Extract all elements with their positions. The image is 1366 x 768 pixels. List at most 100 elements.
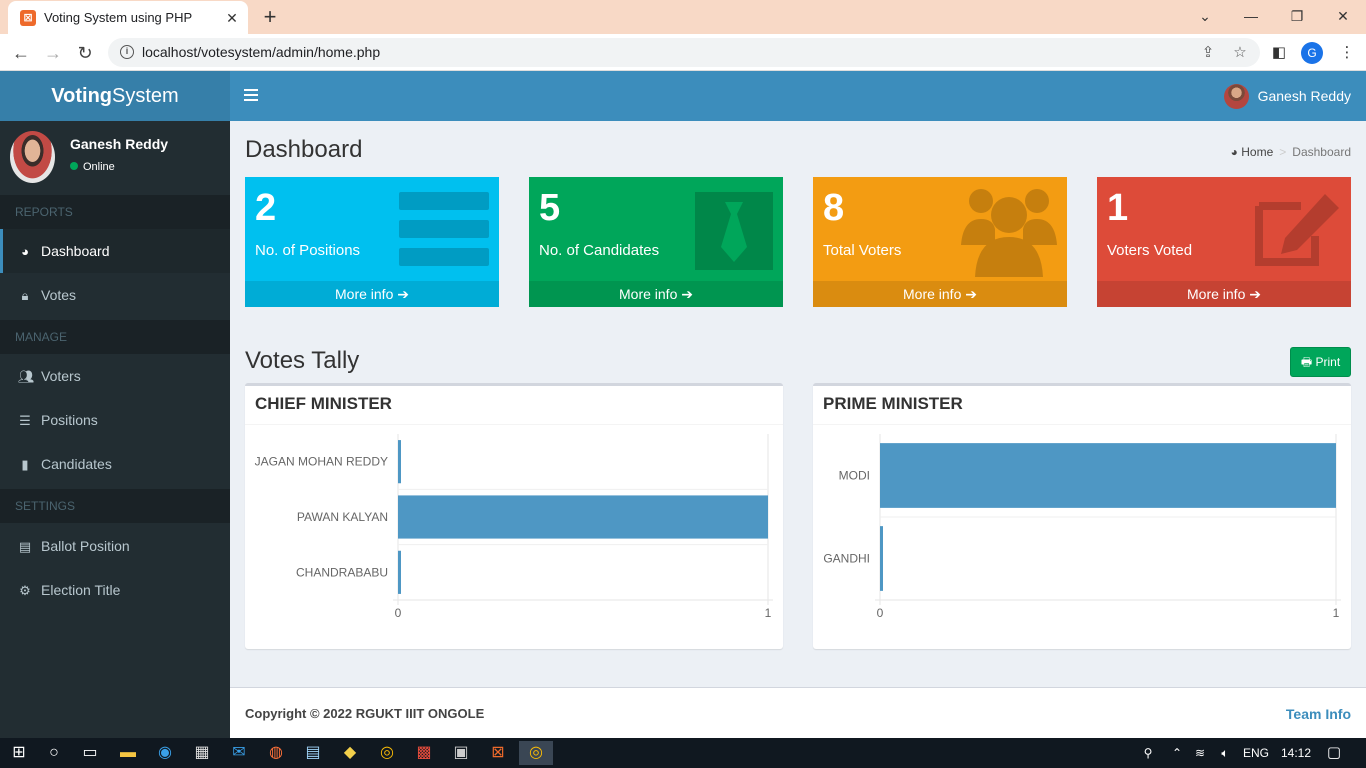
tick-label: 1 <box>765 606 772 620</box>
sidebar-item-votes[interactable]: 🔒︎ Votes <box>0 273 230 317</box>
minimize-button[interactable]: — <box>1236 4 1266 28</box>
arrow-circle-right-icon: ➔ <box>681 286 693 302</box>
candidates-count: 5 <box>539 187 561 229</box>
file-explorer-icon[interactable]: ▬ <box>115 741 141 765</box>
chief-minister-chart: JAGAN MOHAN REDDY PAWAN KALYAN CHANDRABABU… <box>255 434 773 620</box>
sidebar-item-label: Candidates <box>41 456 112 472</box>
page-title: Dashboard <box>245 136 363 163</box>
windows-start-icon[interactable]: ⊞ <box>6 741 32 765</box>
notifications-icon[interactable]: ▢ <box>1320 738 1348 768</box>
terminal-icon[interactable]: ▣ <box>448 741 474 765</box>
voters-more-info-link[interactable]: More info ➔ <box>813 281 1067 307</box>
clock[interactable]: 14:12 <box>1276 738 1316 768</box>
apps-icon[interactable]: ▩ <box>411 741 437 765</box>
mail-icon[interactable]: ✉ <box>226 741 252 765</box>
chart-title: PRIME MINISTER <box>823 394 963 413</box>
chevron-up-icon[interactable]: ⌃ <box>1168 738 1186 768</box>
close-window-button[interactable]: ✕ <box>1328 4 1358 28</box>
tasks-icon: ☰ <box>19 413 31 428</box>
new-tab-button[interactable]: + <box>258 5 282 29</box>
language-indicator[interactable]: ENG <box>1240 738 1272 768</box>
volume-icon[interactable]: 🔈︎ <box>1214 738 1236 768</box>
app-logo[interactable]: VotingSystem <box>0 71 230 121</box>
more-info-label: More info <box>619 286 678 302</box>
notepad-icon[interactable]: ▤ <box>300 741 326 765</box>
xampp-icon: ⊠ <box>20 10 36 26</box>
user-menu[interactable]: Ganesh Reddy <box>1223 84 1351 109</box>
task-view-icon[interactable]: ▭ <box>77 741 103 765</box>
sidebar: Ganesh Reddy Online REPORTS ◕ Dashboard 🔒… <box>0 121 230 738</box>
arrow-circle-right-icon: ➔ <box>397 286 409 302</box>
breadcrumb-home[interactable]: Home <box>1241 145 1273 159</box>
sidebar-item-label: Votes <box>41 287 77 303</box>
url-input[interactable]: i localhost/votesystem/admin/home.php ⇪ … <box>108 38 1260 67</box>
bookmark-star-icon[interactable]: ☆ <box>1230 43 1250 63</box>
sidebar-item-dashboard[interactable]: ◕ Dashboard <box>0 229 230 273</box>
reload-button[interactable]: ↻ <box>72 40 98 66</box>
side-panel-icon[interactable]: ◧ <box>1268 42 1290 64</box>
logo-bold: Voting <box>51 85 113 107</box>
tick-label: 0 <box>395 606 402 620</box>
sidebar-user-name: Ganesh Reddy <box>70 136 169 152</box>
restore-button[interactable]: ❐ <box>1282 4 1312 28</box>
users-icon: 👥︎ <box>18 369 35 384</box>
forward-button[interactable]: → <box>40 40 66 66</box>
prime-minister-panel: PRIME MINISTER MODI GANDHI 0 1 <box>813 383 1351 649</box>
breadcrumb: ◕ Home > Dashboard <box>1231 145 1351 159</box>
store-icon[interactable]: ▦ <box>189 741 215 765</box>
chart-title: CHIEF MINISTER <box>255 394 392 413</box>
online-dot-icon <box>70 162 78 170</box>
positions-count: 2 <box>255 187 277 229</box>
candidates-stat-box: 5 No. of Candidates More info ➔ <box>529 177 783 307</box>
sidebar-header-manage: MANAGE <box>0 320 230 354</box>
info-icon[interactable]: i <box>120 45 134 59</box>
team-info-link[interactable]: Team Info <box>1286 706 1351 722</box>
profile-avatar[interactable]: G <box>1301 42 1323 64</box>
candidates-more-info-link[interactable]: More info ➔ <box>529 281 783 307</box>
people-icon[interactable]: ⚲ <box>1136 738 1160 768</box>
chrome-active-icon[interactable]: ◎ <box>519 741 553 765</box>
voted-count: 1 <box>1107 187 1129 229</box>
python-icon[interactable]: ◆ <box>337 741 363 765</box>
dashboard-icon: ◕ <box>1230 145 1242 159</box>
sidebar-item-label: Voters <box>41 368 81 384</box>
voted-stat-box: 1 Voters Voted More info ➔ <box>1097 177 1351 307</box>
back-button[interactable]: ← <box>8 40 34 66</box>
sidebar-item-positions[interactable]: ☰ Positions <box>0 398 230 442</box>
share-icon[interactable]: ⇪ <box>1198 43 1218 63</box>
sidebar-item-label: Positions <box>41 412 98 428</box>
sidebar-item-candidates[interactable]: ▮ Candidates <box>0 442 230 486</box>
bar <box>398 495 768 539</box>
voters-label: Total Voters <box>823 242 902 259</box>
lock-icon: 🔒︎ <box>21 288 29 303</box>
firefox-icon[interactable]: ◍ <box>263 741 289 765</box>
sidebar-item-election-title[interactable]: ⚙ Election Title <box>0 568 230 612</box>
category-label: JAGAN MOHAN REDDY <box>255 455 388 469</box>
candidates-label: No. of Candidates <box>539 242 660 259</box>
wifi-icon[interactable]: ≋ <box>1190 738 1210 768</box>
category-label: GANDHI <box>823 552 870 566</box>
sidebar-item-voters[interactable]: 👥︎ Voters <box>0 354 230 398</box>
tab-search-icon[interactable]: ⌄ <box>1190 4 1220 28</box>
more-info-label: More info <box>335 286 394 302</box>
page-footer: Copyright © 2022 RGUKT IIIT ONGOLE Team … <box>230 687 1366 738</box>
breadcrumb-current: Dashboard <box>1292 145 1351 159</box>
print-button[interactable]: 🖶︎ Print <box>1290 347 1351 377</box>
sidebar-toggle-icon[interactable] <box>244 89 258 101</box>
browser-tab[interactable]: ⊠ Voting System using PHP ✕ <box>8 1 248 34</box>
positions-more-info-link[interactable]: More info ➔ <box>245 281 499 307</box>
voters-stat-box: 8 Total Voters More info ➔ <box>813 177 1067 307</box>
edit-icon <box>1255 194 1339 266</box>
breadcrumb-separator: > <box>1279 145 1287 159</box>
edge-icon[interactable]: ◉ <box>152 741 178 765</box>
chrome-icon[interactable]: ◎ <box>374 741 400 765</box>
browser-menu-icon[interactable]: ⋮ <box>1336 42 1358 64</box>
tasks-icon <box>399 192 489 266</box>
print-label: Print <box>1315 355 1341 369</box>
search-icon[interactable]: ○ <box>41 741 67 765</box>
voted-more-info-link[interactable]: More info ➔ <box>1097 281 1351 307</box>
xampp-icon[interactable]: ⊠ <box>485 741 511 765</box>
close-tab-icon[interactable]: ✕ <box>222 8 242 28</box>
black-tie-icon: ▮ <box>21 457 29 472</box>
sidebar-item-ballot-position[interactable]: ▤ Ballot Position <box>0 524 230 568</box>
